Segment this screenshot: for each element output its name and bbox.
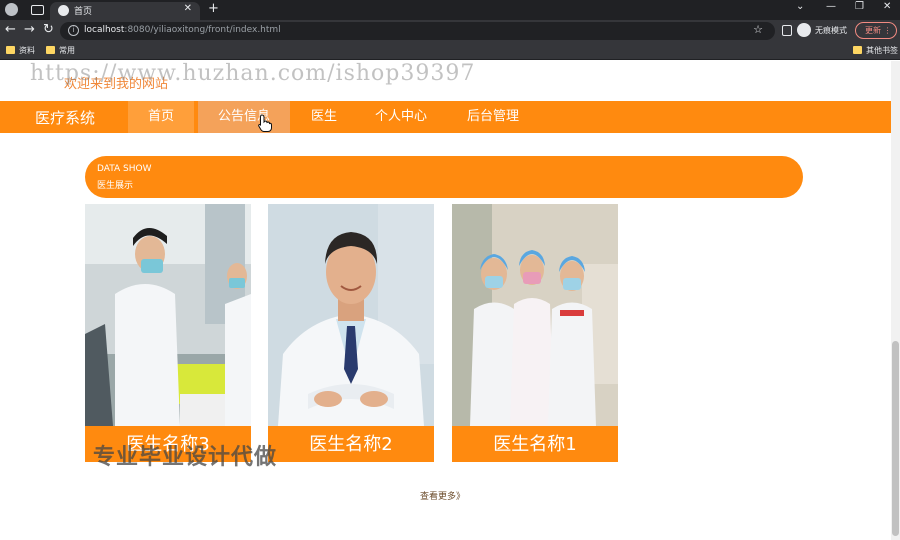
view-more-link[interactable]: 查看更多》 — [420, 489, 465, 502]
nav-admin[interactable]: 后台管理 — [449, 101, 537, 133]
browser-tab-strip: 首页 ✕ + ⌄ — ❐ ✕ — [0, 0, 900, 20]
page-viewport: 欢迎来到我的网站 https://www.huzhan.com/ishop393… — [0, 61, 891, 540]
close-window-icon[interactable]: ✕ — [883, 1, 891, 12]
tab-favicon-icon — [58, 5, 69, 16]
forward-icon[interactable]: → — [24, 22, 35, 37]
section-title-cn: 医生展示 — [97, 181, 134, 191]
section-header: DATA SHOW 医生展示 — [85, 156, 803, 198]
section-title-en: DATA SHOW — [97, 164, 152, 174]
update-button[interactable]: 更新 ⋮ — [855, 22, 897, 39]
bookmark-folder-changyong[interactable]: 常用 — [46, 45, 75, 56]
tab-list-icon[interactable]: ⌄ — [796, 1, 804, 12]
watermark-text: 专业毕业设计代做 — [93, 445, 278, 470]
bookmark-folder-ziliao[interactable]: 资料 — [6, 45, 35, 56]
hand-cursor-icon — [258, 114, 272, 132]
globe-icon[interactable] — [5, 3, 18, 16]
doctor-card[interactable]: 医生名称3 — [85, 204, 251, 462]
doctor-name[interactable]: 医生名称1 — [452, 426, 618, 462]
folder-icon — [6, 46, 15, 54]
back-icon[interactable]: ← — [5, 22, 16, 37]
folder-icon — [46, 46, 55, 54]
brand-title: 医疗系统 — [35, 109, 96, 127]
doctor-card[interactable]: 医生名称1 — [452, 204, 618, 462]
tab-title: 首页 — [74, 7, 93, 17]
nav-personal-center[interactable]: 个人中心 — [358, 101, 444, 133]
doctor-card[interactable]: 医生名称2 — [268, 204, 434, 462]
doctor-name[interactable]: 医生名称2 — [268, 426, 434, 462]
new-tab-icon[interactable]: + — [208, 1, 219, 16]
main-navbar: 医疗系统 首页 公告信息 医生 个人中心 后台管理 — [0, 101, 891, 133]
incognito-icon[interactable] — [797, 23, 811, 37]
address-bar[interactable]: i localhost:8080/yiliaoxitong/front/inde… — [60, 22, 775, 40]
reload-icon[interactable]: ↻ — [43, 22, 54, 37]
nav-announcements[interactable]: 公告信息 — [198, 101, 290, 133]
scrollbar-thumb[interactable] — [892, 341, 899, 536]
bookmarks-bar: 资料 常用 其他书签 — [0, 42, 900, 60]
tab-search-icon[interactable] — [31, 5, 44, 15]
nav-home[interactable]: 首页 — [128, 101, 194, 133]
minimize-icon[interactable]: — — [826, 1, 836, 12]
watermark-url: https://www.huzhan.com/ishop39397 — [30, 61, 476, 86]
restore-icon[interactable]: ❐ — [855, 1, 864, 12]
close-tab-icon[interactable]: ✕ — [184, 3, 192, 14]
menu-dots-icon: ⋮ — [883, 26, 892, 35]
bookmark-star-icon[interactable]: ☆ — [753, 23, 763, 36]
browser-tab[interactable]: 首页 ✕ — [50, 2, 200, 20]
page-scrollbar[interactable] — [891, 61, 900, 540]
side-panel-icon[interactable] — [782, 25, 792, 36]
nav-doctors[interactable]: 医生 — [294, 101, 354, 133]
browser-toolbar: ← → ↻ i localhost:8080/yiliaoxitong/fron… — [0, 20, 900, 42]
site-info-icon[interactable]: i — [68, 25, 79, 36]
address-url[interactable]: localhost:8080/yiliaoxitong/front/index.… — [84, 25, 281, 35]
doctor-photo[interactable] — [268, 204, 434, 426]
folder-icon — [853, 46, 862, 54]
bookmark-folder-other[interactable]: 其他书签 — [853, 45, 898, 56]
incognito-label[interactable]: 无痕模式 — [815, 25, 847, 36]
doctor-photo[interactable] — [452, 204, 618, 426]
doctor-photo[interactable] — [85, 204, 251, 426]
